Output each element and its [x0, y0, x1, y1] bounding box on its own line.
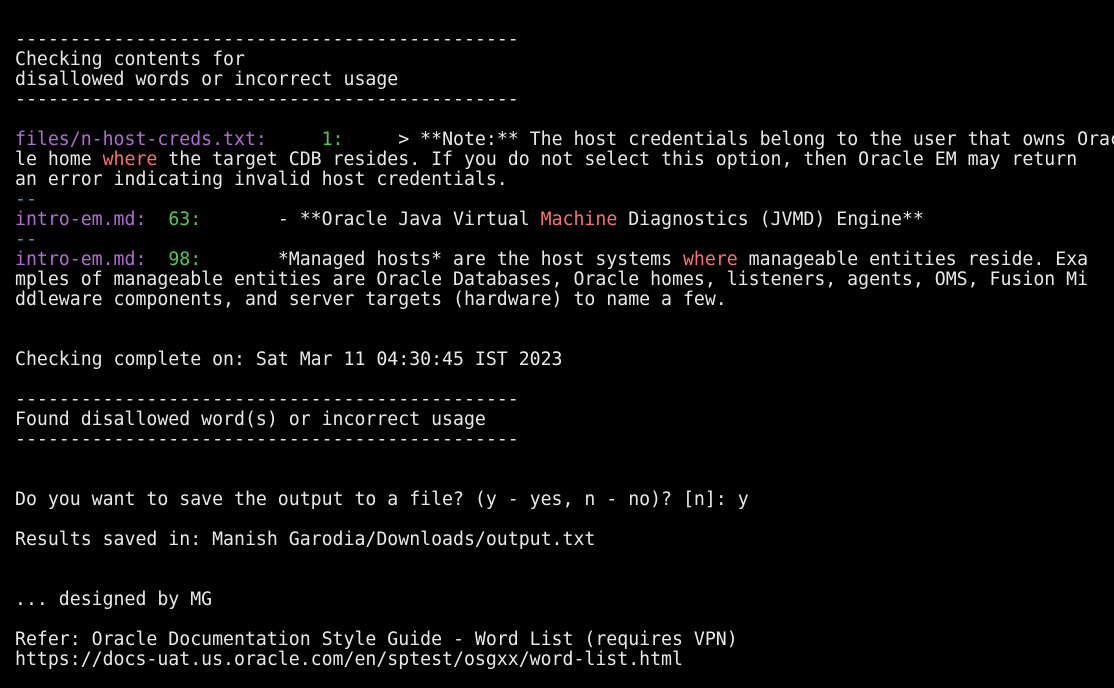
save-prompt-answer[interactable]: y [738, 490, 749, 510]
match-separator: -- [15, 190, 37, 210]
result-rule-top: ----------------------------------------… [15, 390, 519, 410]
match-line-continued: an error indicating invalid host credent… [15, 170, 508, 190]
refer-url[interactable]: https://docs-uat.us.oracle.com/en/sptest… [15, 650, 1114, 670]
match-line-continued: le home where the target CDB resides. If… [15, 150, 1078, 170]
save-prompt-question: Do you want to save the output to a file… [15, 490, 738, 510]
header-title-line1: Checking contents for [15, 50, 245, 70]
match-line-number: 1: [321, 130, 344, 150]
match-line: intro-em.md: 63: - **Oracle Java Virtual… [15, 210, 924, 230]
match-line-number: 63: [168, 210, 202, 230]
refer-line: Refer: Oracle Documentation Style Guide … [15, 630, 738, 650]
save-prompt[interactable]: Do you want to save the output to a file… [15, 490, 1114, 510]
match-text: - **Oracle Java Virtual [277, 210, 541, 230]
match-text: *Managed hosts* are the host systems [277, 250, 683, 270]
match-line-continued: ddleware components, and server targets … [15, 290, 727, 310]
match-filename: files/n-host-creds.txt: [15, 130, 267, 150]
header-rule-bottom: ----------------------------------------… [15, 90, 519, 110]
flagged-word: Machine [540, 210, 618, 230]
saved-path: Results saved in: Manish Garodia/Downloa… [15, 530, 596, 550]
flagged-word: where [682, 250, 738, 270]
result-rule-bottom: ----------------------------------------… [15, 430, 519, 450]
match-filename: intro-em.md: [15, 250, 147, 270]
match-text: > **Note:** The host credentials belong … [398, 130, 1114, 150]
flagged-word: where [102, 150, 158, 170]
header-title-line2: disallowed words or incorrect usage [15, 70, 399, 90]
result-message: Found disallowed word(s) or incorrect us… [15, 410, 486, 430]
match-line: files/n-host-creds.txt: 1: > **Note:** T… [15, 130, 1114, 150]
match-separator: -- [15, 230, 37, 250]
credit-line: ... designed by MG [15, 590, 213, 610]
match-line-continued: mples of manageable entities are Oracle … [15, 270, 1089, 290]
header-rule-top: ----------------------------------------… [15, 30, 519, 50]
match-line-number: 98: [168, 250, 202, 270]
terminal-window[interactable]: ----------------------------------------… [0, 0, 1114, 688]
completion-timestamp: Checking complete on: Sat Mar 11 04:30:4… [15, 350, 563, 370]
match-line: intro-em.md: 98: *Managed hosts* are the… [15, 250, 1089, 270]
match-filename: intro-em.md: [15, 210, 147, 230]
